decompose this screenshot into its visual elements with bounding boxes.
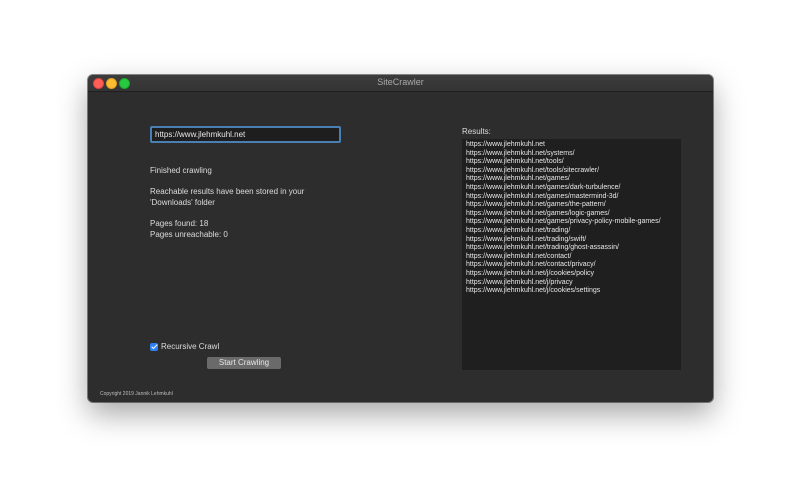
result-url-item: https://www.jlehmkuhl.net/contact/privac… <box>466 261 596 269</box>
result-url-item: https://www.jlehmkuhl.net/games/the-patt… <box>466 201 606 209</box>
stored-message-line-2: 'Downloads' folder <box>150 198 215 207</box>
result-url-item: https://www.jlehmkuhl.net/j/privacy <box>466 278 573 286</box>
window-title: SiteCrawler <box>377 77 424 87</box>
recursive-crawl-option[interactable]: Recursive Crawl <box>150 341 219 352</box>
stored-message-line-1: Reachable results have been stored in yo… <box>150 187 305 196</box>
result-url-item: https://www.jlehmkuhl.net/tools/sitecraw… <box>466 166 600 174</box>
result-url-item: https://www.jlehmkuhl.net/trading/swift/ <box>466 235 587 243</box>
recursive-crawl-label[interactable]: Recursive Crawl <box>161 342 219 351</box>
result-url-item: https://www.jlehmkuhl.net/systems/ <box>466 149 575 157</box>
url-input[interactable] <box>150 126 341 143</box>
status-text: Finished crawling <box>150 166 212 175</box>
start-crawling-button[interactable]: Start Crawling <box>207 357 281 369</box>
result-url-item: https://www.jlehmkuhl.net/tools/ <box>466 158 564 166</box>
result-url-item: https://www.jlehmkuhl.net <box>466 141 545 148</box>
result-url-item: https://www.jlehmkuhl.net/games/privacy-… <box>466 218 661 226</box>
result-url-item: https://www.jlehmkuhl.net/contact/ <box>466 252 572 260</box>
copyright-text: Copyright 2019 Jannik Lehmkuhl <box>100 391 173 397</box>
results-label: Results: <box>462 127 491 136</box>
pages-found-text: Pages found: 18 <box>150 219 209 228</box>
title-bar[interactable]: SiteCrawler <box>88 75 713 92</box>
result-url-item: https://www.jlehmkuhl.net/j/cookies/poli… <box>466 269 594 277</box>
result-url-item: https://www.jlehmkuhl.net/games/ <box>466 175 570 183</box>
result-url-item: https://www.jlehmkuhl.net/j/cookies/sett… <box>466 287 601 295</box>
result-url-item: https://www.jlehmkuhl.net/trading/ <box>466 226 571 234</box>
pages-unreachable-text: Pages unreachable: 0 <box>150 230 228 239</box>
result-url-item: https://www.jlehmkuhl.net/games/mastermi… <box>466 192 619 200</box>
result-url-item: https://www.jlehmkuhl.net/trading/ghost-… <box>466 244 619 252</box>
recursive-crawl-checkbox[interactable] <box>150 342 158 351</box>
app-window: SiteCrawler Finished crawling Reachable … <box>88 75 713 402</box>
result-url-item: https://www.jlehmkuhl.net/games/dark-tur… <box>466 183 621 191</box>
results-list: https://www.jlehmkuhl.net https://www.jle… <box>462 139 681 296</box>
results-text-area[interactable]: https://www.jlehmkuhl.net https://www.jle… <box>462 139 681 370</box>
result-url-item: https://www.jlehmkuhl.net/games/logic-ga… <box>466 209 610 217</box>
